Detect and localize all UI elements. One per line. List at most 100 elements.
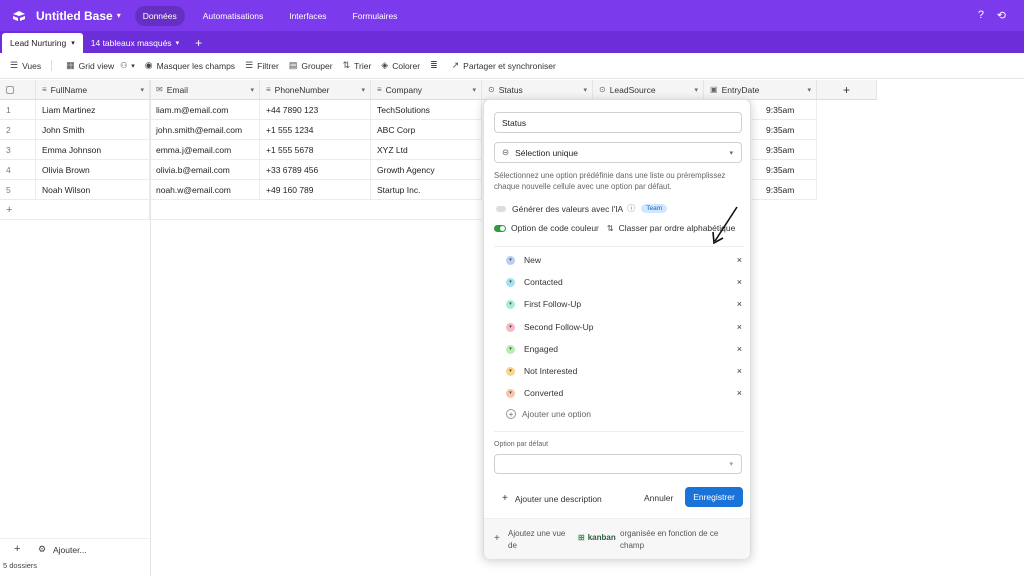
option-color-dot[interactable]: ▾ [506,255,515,265]
option-item[interactable]: ▾ First Follow-Up × [506,297,742,311]
add-icon[interactable]: + [14,543,20,555]
default-option-select[interactable]: ▾ [494,454,742,474]
chevron-down-icon[interactable]: ▾ [807,86,811,94]
add-option-button[interactable]: + Ajouter une option [506,409,591,419]
option-label[interactable]: New [524,255,541,265]
add-row-area[interactable] [150,200,482,220]
chevron-down-icon[interactable]: ▾ [71,39,75,47]
cell-company[interactable]: XYZ Ltd [371,140,482,160]
remove-option-icon[interactable]: × [737,299,742,309]
color-code-toggle[interactable] [494,224,506,232]
base-title[interactable]: Untitled Base [36,9,113,23]
option-item[interactable]: ▾ Contacted × [506,275,742,289]
cell-fullname[interactable]: Emma Johnson [36,140,150,160]
option-item[interactable]: ▾ Not Interested × [506,364,742,378]
group-button[interactable]: ▤ Grouper [289,60,333,71]
tab-lead-nurturing[interactable]: Lead Nurturing ▾ [2,33,83,53]
cell-phone[interactable]: +49 160 789 [260,180,371,200]
cell-phone[interactable]: +1 555 5678 [260,140,371,160]
chevron-down-icon[interactable]: ▾ [117,11,121,20]
remove-option-icon[interactable]: × [737,388,742,398]
option-label[interactable]: First Follow-Up [524,299,581,309]
info-icon[interactable]: ⓘ [627,203,635,214]
add-label[interactable]: Ajouter... [53,545,87,555]
remove-option-icon[interactable]: × [737,322,742,332]
cell-fullname[interactable]: Noah Wilson [36,180,150,200]
row-height-button[interactable]: ≣ [430,60,442,71]
add-description-button[interactable]: + Ajouter une description [502,493,602,504]
nav-donnees[interactable]: Données [134,5,185,26]
option-label[interactable]: Not Interested [524,366,577,376]
cell-entrydate[interactable]: 9:35am [752,100,817,120]
option-color-dot[interactable]: ▾ [506,388,515,398]
cell-fullname[interactable]: Liam Martinez [36,100,150,120]
cell-phone[interactable]: +1 555 1234 [260,120,371,140]
sort-icon[interactable]: ⇅ [607,224,614,233]
cell-phone[interactable]: +33 6789 456 [260,160,371,180]
field-name-input[interactable]: Status [494,112,742,133]
option-item[interactable]: ▾ Converted × [506,386,742,400]
remove-option-icon[interactable]: × [737,366,742,376]
cell-fullname[interactable]: Olivia Brown [36,160,150,180]
option-color-dot[interactable]: ▾ [506,344,515,354]
chevron-down-icon[interactable]: ▾ [472,86,476,94]
cell-email[interactable]: emma.j@email.com [150,140,260,160]
option-label[interactable]: Second Follow-Up [524,322,593,332]
views-button[interactable]: ☰ Vues [10,60,53,71]
hidden-tables-tab[interactable]: 14 tableaux masqués ▾ [83,33,187,53]
option-item[interactable]: ▾ Second Follow-Up × [506,320,742,334]
share-button[interactable]: ↗ Partager et synchroniser [452,60,556,71]
cell-email[interactable]: john.smith@email.com [150,120,260,140]
remove-option-icon[interactable]: × [737,255,742,265]
chevron-down-icon[interactable]: ▾ [176,39,180,47]
chevron-down-icon[interactable]: ▾ [140,86,144,94]
chevron-down-icon[interactable]: ▾ [250,86,254,94]
header-leadsource[interactable]: ⊙ LeadSource ▾ [593,80,704,100]
kanban-suggestion[interactable]: + Ajoutez une vue de ⊞ kanban organisée e… [484,518,750,559]
ai-toggle-icon[interactable] [496,205,506,212]
option-item[interactable]: ▾ Engaged × [506,342,742,356]
save-button[interactable]: Enregistrer [685,487,743,507]
cell-email[interactable]: liam.m@email.com [150,100,260,120]
cancel-button[interactable]: Annuler [644,493,673,503]
header-phone[interactable]: ≡ PhoneNumber ▾ [260,80,371,100]
header-status[interactable]: ⊙ Status ▾ [482,80,593,100]
help-icon[interactable]: ? [978,9,984,21]
option-label[interactable]: Contacted [524,277,563,287]
nav-automatisations[interactable]: Automatisations [195,6,271,26]
add-table-button[interactable]: + [195,33,202,53]
cell-email[interactable]: noah.w@email.com [150,180,260,200]
cell-company[interactable]: TechSolutions [371,100,482,120]
add-field-button[interactable]: + [817,80,877,100]
checkbox-icon[interactable] [6,85,14,94]
option-label[interactable]: Converted [524,388,563,398]
header-company[interactable]: ≡ Company ▾ [371,80,482,100]
option-label[interactable]: Engaged [524,344,558,354]
option-color-dot[interactable]: ▾ [506,322,515,332]
chevron-down-icon[interactable]: ▾ [694,86,698,94]
nav-formulaires[interactable]: Formulaires [345,6,406,26]
color-button[interactable]: ◈ Colorer [381,60,420,71]
kanban-link[interactable]: ⊞ kanban [578,533,616,542]
remove-option-icon[interactable]: × [737,344,742,354]
header-entrydate[interactable]: ▣ EntryDate ▾ [704,80,817,100]
select-all-header[interactable] [0,80,36,100]
option-color-dot[interactable]: ▾ [506,299,515,309]
sort-button[interactable]: ⇅ Trier [343,60,372,71]
header-email[interactable]: ✉ Email ▾ [150,80,260,100]
header-fullname[interactable]: ≡ FullName ▾ [36,80,150,100]
history-icon[interactable]: ⟲ [997,9,1006,22]
ai-generate-toggle[interactable]: Générer des valeurs avec l'IA ⓘ Team [496,203,668,214]
cell-entrydate[interactable]: 9:35am [752,120,817,140]
cell-company[interactable]: Startup Inc. [371,180,482,200]
remove-option-icon[interactable]: × [737,277,742,287]
grid-view-button[interactable]: ▦ Grid view ⚇ ▾ [66,60,135,71]
nav-interfaces[interactable]: Interfaces [281,6,334,26]
cell-entrydate[interactable]: 9:35am [752,140,817,160]
cell-fullname[interactable]: John Smith [36,120,150,140]
cell-entrydate[interactable]: 9:35am [752,180,817,200]
cell-email[interactable]: olivia.b@email.com [150,160,260,180]
chevron-down-icon[interactable]: ▾ [583,86,587,94]
field-type-select[interactable]: ⊝ Sélection unique ▾ [494,142,742,163]
filter-button[interactable]: ☰ Filtrer [245,60,279,71]
